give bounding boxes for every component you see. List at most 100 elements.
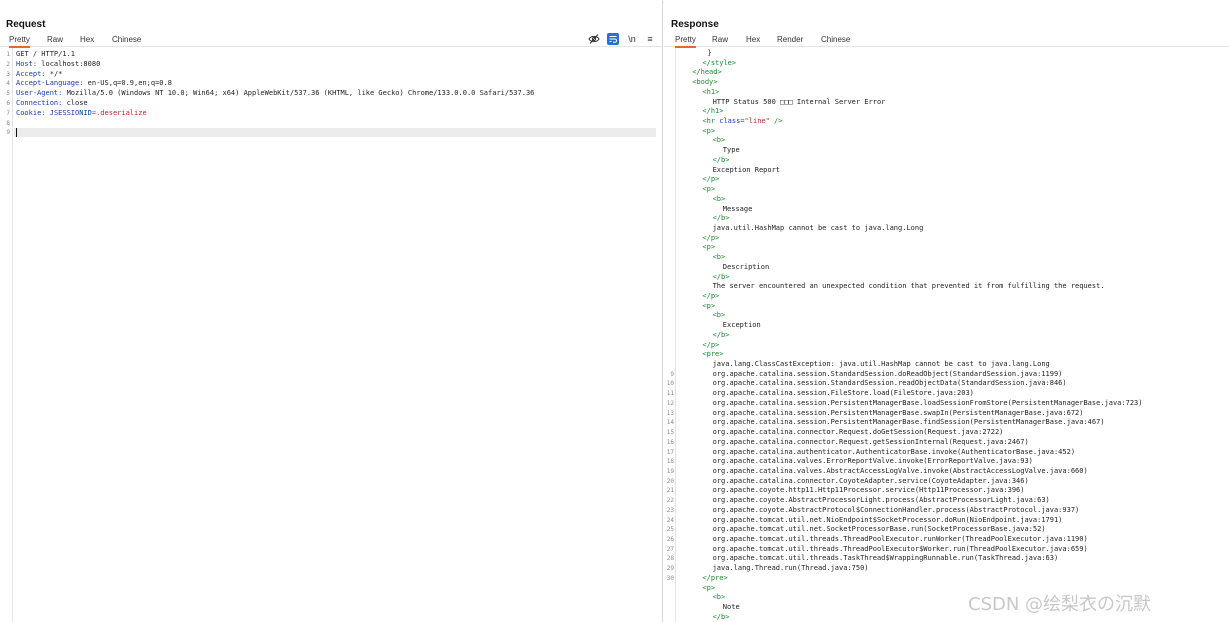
request-pane: Request Pretty Raw Hex Chinese \n ≡ 1 GET…: [0, 0, 663, 622]
response-line: </b>: [712, 214, 730, 223]
request-line: GET / HTTP/1.1: [16, 50, 76, 58]
response-line: }: [707, 49, 712, 57]
response-line: Description: [722, 262, 770, 271]
line-number: 15: [666, 429, 674, 437]
response-line: org.apache.catalina.session.PersistentMa…: [712, 418, 1105, 427]
line-number: 2: [6, 60, 10, 68]
response-line: java.lang.ClassCastException: java.util.…: [712, 360, 1050, 369]
line-number: 18: [666, 458, 674, 466]
line-number: 1: [6, 51, 10, 58]
line-number: 29: [666, 565, 674, 573]
line-number: 9: [670, 370, 674, 378]
line-number: 12: [666, 399, 674, 407]
request-tab-raw[interactable]: Raw: [47, 35, 63, 46]
response-line: org.apache.catalina.session.PersistentMa…: [712, 408, 1084, 417]
response-tab-chinese[interactable]: Chinese: [821, 35, 850, 46]
response-tab-pretty[interactable]: Pretty: [675, 35, 696, 48]
response-line: org.apache.tomcat.util.net.NioEndpoint$S…: [712, 515, 1063, 524]
line-number: 5: [6, 90, 10, 98]
response-tab-hex[interactable]: Hex: [746, 35, 760, 46]
response-line: org.apache.catalina.session.StandardSess…: [712, 379, 1067, 388]
response-line: java.util.HashMap cannot be cast to java…: [712, 223, 924, 232]
response-line: </b>: [712, 330, 730, 339]
line-number: 24: [666, 516, 674, 524]
response-line: </p>: [702, 292, 720, 300]
line-number: 7: [6, 109, 10, 117]
request-line: Accept: */*: [16, 69, 63, 78]
response-line: <pre>: [702, 350, 724, 359]
response-line: <p>: [702, 583, 716, 592]
response-line: <p>: [702, 126, 716, 135]
request-tab-hex[interactable]: Hex: [80, 35, 94, 46]
response-line: org.apache.catalina.session.PersistentMa…: [712, 398, 1143, 407]
line-number: 3: [6, 70, 10, 78]
response-line: </pre>: [702, 573, 728, 582]
response-tab-render[interactable]: Render: [777, 35, 803, 46]
request-line: Host: localhost:8080: [16, 59, 101, 68]
request-line: Cookie: JSESSIONID=.deserialize: [16, 108, 147, 117]
response-line: HTTP Status 500 □□□ Internal Server Erro…: [712, 97, 886, 106]
line-number: 21: [666, 487, 674, 495]
response-line: org.apache.catalina.valves.ErrorReportVa…: [712, 457, 1033, 466]
request-line: Accept-Language: en-US,q=0.9,en;q=0.8: [16, 79, 172, 88]
response-line: <body>: [692, 78, 718, 87]
line-number: 14: [666, 419, 674, 427]
line-number: 27: [666, 545, 674, 553]
request-tab-pretty[interactable]: Pretty: [9, 35, 30, 48]
response-line: Type: [722, 146, 740, 155]
response-line: <hr class="line" />: [702, 117, 783, 126]
response-line: org.apache.coyote.http11.Http11Processor…: [712, 486, 1025, 495]
response-line: </h1>: [702, 107, 724, 116]
response-line: </p>: [702, 340, 720, 349]
response-line: <b>: [712, 136, 726, 145]
newline-toggle[interactable]: \n: [626, 33, 638, 45]
request-editor[interactable]: 1 GET / HTTP/1.1 2 Host: localhost:8080 3 Acc…: [0, 48, 662, 622]
line-number: 9: [6, 129, 10, 137]
response-line: <p>: [702, 185, 716, 194]
line-number: 17: [666, 448, 674, 456]
response-tab-raw[interactable]: Raw: [712, 35, 728, 46]
line-number: 30: [666, 574, 674, 582]
response-line: org.apache.tomcat.util.threads.ThreadPoo…: [712, 535, 1088, 543]
request-tab-chinese[interactable]: Chinese: [112, 35, 141, 46]
response-line: <p>: [702, 243, 716, 252]
response-line: <b>: [712, 194, 726, 203]
response-line: Exception: [722, 321, 761, 330]
eye-off-icon[interactable]: [588, 33, 600, 45]
response-line: org.apache.catalina.valves.AbstractAcces…: [712, 466, 1088, 475]
line-number: 11: [666, 390, 674, 398]
response-line: Note: [722, 603, 740, 612]
response-line: org.apache.coyote.AbstractProtocol$Conne…: [712, 505, 1080, 514]
response-line: <b>: [712, 311, 726, 320]
line-number: 19: [666, 467, 674, 475]
line-number: 28: [666, 555, 674, 563]
response-line: </b>: [712, 272, 730, 281]
line-number: 13: [666, 409, 674, 417]
response-line: </style>: [702, 58, 737, 67]
response-line: org.apache.catalina.session.FileStore.lo…: [712, 389, 974, 398]
response-line: </head>: [692, 68, 722, 77]
response-line: The server encountered an unexpected con…: [712, 282, 1105, 291]
response-tabs: Pretty Raw Hex Render Chinese: [664, 35, 1229, 48]
line-number: 10: [666, 380, 674, 388]
response-editor[interactable]: } </style> </head> <body> <h1> HTTP Status 50…: [664, 48, 1229, 622]
line-number: 23: [666, 506, 674, 514]
response-line: org.apache.tomcat.util.threads.TaskThrea…: [712, 554, 1059, 563]
response-line: <p>: [702, 301, 716, 310]
line-number: 16: [666, 438, 674, 446]
watermark-text: CSDN @绘梨衣の沉默: [968, 594, 1152, 615]
request-title: Request: [6, 19, 46, 30]
response-line: java.lang.Thread.run(Thread.java:750): [712, 564, 869, 573]
wrap-icon[interactable]: [607, 33, 619, 45]
response-line: <b>: [712, 593, 726, 602]
response-line: </b>: [712, 612, 730, 621]
response-line: org.apache.catalina.connector.Request.ge…: [712, 437, 1029, 446]
response-pane: Response Pretty Raw Hex Render Chinese }…: [664, 0, 1229, 622]
menu-icon[interactable]: ≡: [644, 33, 656, 45]
line-number: 6: [6, 100, 10, 107]
response-line: <b>: [712, 253, 726, 262]
request-tabs: Pretty Raw Hex Chinese: [0, 35, 662, 48]
line-number: 8: [6, 119, 10, 127]
response-line: Message: [722, 204, 753, 213]
request-line: Connection: close: [16, 99, 88, 107]
